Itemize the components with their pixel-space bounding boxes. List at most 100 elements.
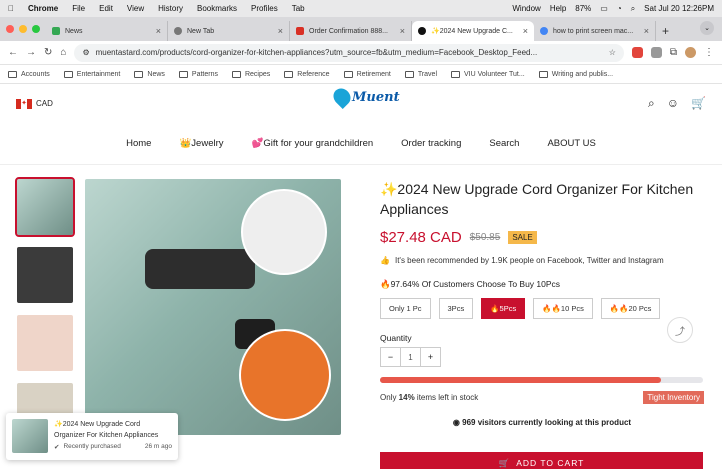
forward-icon[interactable]: → (26, 47, 36, 58)
decrease-quantity-button[interactable]: − (381, 348, 400, 366)
close-tab-icon[interactable]: × (523, 26, 528, 36)
bookmark-link[interactable]: VIU Volunteer Tut... (451, 70, 525, 78)
logo-wave-icon (329, 84, 355, 110)
quantity-label: Quantity (380, 333, 412, 343)
option-5pcs[interactable]: 🔥5Pcs (481, 298, 526, 319)
menu-file[interactable]: File (72, 4, 85, 13)
quantity-input[interactable]: 1 (400, 348, 421, 366)
bookmark-star-icon[interactable]: ☆ (609, 48, 616, 57)
folder-icon (178, 70, 188, 78)
macos-menubar:  Chrome File Edit View History Bookmark… (0, 0, 722, 17)
popup-title: ✨2024 New Upgrade Cord Organizer For Kit… (54, 421, 159, 439)
tab-new-tab[interactable]: New Tab × (168, 21, 290, 41)
nav-about[interactable]: ABOUT US (547, 138, 595, 149)
site-info-icon[interactable]: ⚙ (82, 48, 89, 57)
battery-level: 87% (575, 4, 592, 13)
option-1pc[interactable]: Only 1 Pc (380, 298, 431, 319)
menu-history[interactable]: History (158, 4, 183, 13)
menu-window[interactable]: Window (512, 4, 540, 13)
nav-gift[interactable]: 💕Gift for your grandchildren (252, 138, 374, 149)
cart-icon[interactable]: 🛒 (691, 96, 706, 111)
minimize-window-button[interactable] (19, 25, 27, 33)
recommendation: 👍 It's been recommended by 1.9K people o… (380, 256, 704, 265)
close-tab-icon[interactable]: × (278, 26, 283, 36)
apple-icon[interactable]:  (8, 4, 14, 13)
bookmark-folder[interactable]: Recipes (231, 70, 271, 78)
google-icon (540, 27, 548, 35)
toolbar: ← → ↻ ⌂ ⚙ muentastard.com/products/cord-… (0, 41, 722, 65)
tab-strip: News × New Tab × Order Confirmation 888...… (0, 17, 722, 41)
bookmark-label: Recipes (244, 70, 271, 78)
share-button[interactable]: ⤴ (667, 317, 693, 343)
menu-view[interactable]: View (127, 4, 144, 13)
extension-icon[interactable] (650, 47, 662, 58)
bookmark-folder[interactable]: Reference (284, 70, 330, 78)
add-to-cart-button[interactable]: 🛒 ADD TO CART (380, 452, 703, 469)
close-window-button[interactable] (6, 25, 14, 33)
nav-search[interactable]: Search (489, 138, 519, 149)
currency-selector[interactable]: ✦ CAD (16, 98, 53, 109)
bookmark-folder[interactable]: News (134, 70, 165, 78)
option-10pcs[interactable]: 🔥🔥10 Pcs (533, 298, 593, 319)
folder-icon (404, 70, 414, 78)
tab-search-button[interactable]: ⌄ (700, 21, 714, 35)
extension-icon[interactable] (631, 47, 643, 58)
battery-icon[interactable]: ▭ (600, 4, 608, 13)
product-thumbnail[interactable] (17, 247, 73, 303)
search-icon[interactable]: ⌕ (631, 4, 635, 14)
tab-label: how to print screen mac... (553, 27, 634, 35)
canada-flag-icon: ✦ (16, 98, 32, 109)
tab-label: Order Confirmation 888... (309, 27, 388, 35)
profile-avatar[interactable] (685, 47, 696, 58)
more-menu-icon[interactable]: ⋮ (704, 47, 714, 58)
bookmark-folder[interactable]: Accounts (8, 70, 50, 78)
search-icon[interactable]: ⌕ (648, 96, 655, 111)
menu-app[interactable]: Chrome (28, 4, 58, 13)
wifi-icon[interactable]: ◔ (617, 4, 622, 13)
product-thumbnail[interactable] (17, 315, 73, 371)
bookmark-folder[interactable]: Entertainment (63, 70, 120, 78)
folder-icon (8, 70, 17, 78)
menu-bookmarks[interactable]: Bookmarks (197, 4, 237, 13)
close-tab-icon[interactable]: × (644, 26, 649, 36)
close-tab-icon[interactable]: × (156, 26, 161, 36)
close-tab-icon[interactable]: × (400, 26, 405, 36)
bookmark-label: Retirement (356, 70, 391, 78)
tab-google-search[interactable]: how to print screen mac... × (534, 21, 656, 41)
cord-organizer-shape (145, 249, 255, 289)
url-text[interactable]: muentastard.com/products/cord-organizer-… (96, 48, 603, 57)
new-tab-button[interactable]: + (656, 21, 675, 41)
site-icon (418, 27, 426, 35)
recent-purchase-popup[interactable]: ✨2024 New Upgrade Cord Organizer For Kit… (6, 413, 178, 460)
site-logo[interactable]: Muent (329, 84, 400, 110)
menu-edit[interactable]: Edit (99, 4, 113, 13)
menu-help[interactable]: Help (550, 4, 566, 13)
option-20pcs[interactable]: 🔥🔥20 Pcs (600, 298, 661, 319)
increase-quantity-button[interactable]: + (421, 348, 440, 366)
menu-tab[interactable]: Tab (292, 4, 305, 13)
bookmark-folder[interactable]: Patterns (178, 70, 218, 78)
extensions-puzzle-icon[interactable]: ⧉ (670, 47, 677, 58)
bookmark-folder[interactable]: Retirement (343, 70, 391, 78)
window-controls (6, 17, 40, 41)
bookmark-folder[interactable]: Writing and publis... (538, 70, 613, 78)
datetime[interactable]: Sat Jul 20 12:26PM (644, 4, 714, 13)
option-3pcs[interactable]: 3Pcs (438, 298, 474, 319)
menu-profiles[interactable]: Profiles (251, 4, 278, 13)
product-main-image[interactable] (85, 179, 341, 435)
tab-product[interactable]: ✨2024 New Upgrade C... × (412, 21, 534, 41)
account-icon[interactable]: ☺ (667, 96, 679, 111)
recommendation-text: It's been recommended by 1.9K people on … (394, 256, 664, 265)
tab-gmail[interactable]: Order Confirmation 888... × (290, 21, 412, 41)
product-thumbnail[interactable] (15, 177, 75, 237)
reload-icon[interactable]: ↻ (44, 47, 52, 58)
address-bar[interactable]: ⚙ muentastard.com/products/cord-organize… (74, 43, 624, 62)
tab-news[interactable]: News × (46, 21, 168, 41)
nav-jewelry[interactable]: 👑Jewelry (179, 138, 223, 149)
zoom-window-button[interactable] (32, 25, 40, 33)
nav-home[interactable]: Home (126, 138, 151, 149)
bookmark-folder[interactable]: Travel (404, 70, 437, 78)
back-icon[interactable]: ← (8, 47, 18, 58)
nav-order-tracking[interactable]: Order tracking (401, 138, 461, 149)
home-icon[interactable]: ⌂ (60, 47, 66, 58)
